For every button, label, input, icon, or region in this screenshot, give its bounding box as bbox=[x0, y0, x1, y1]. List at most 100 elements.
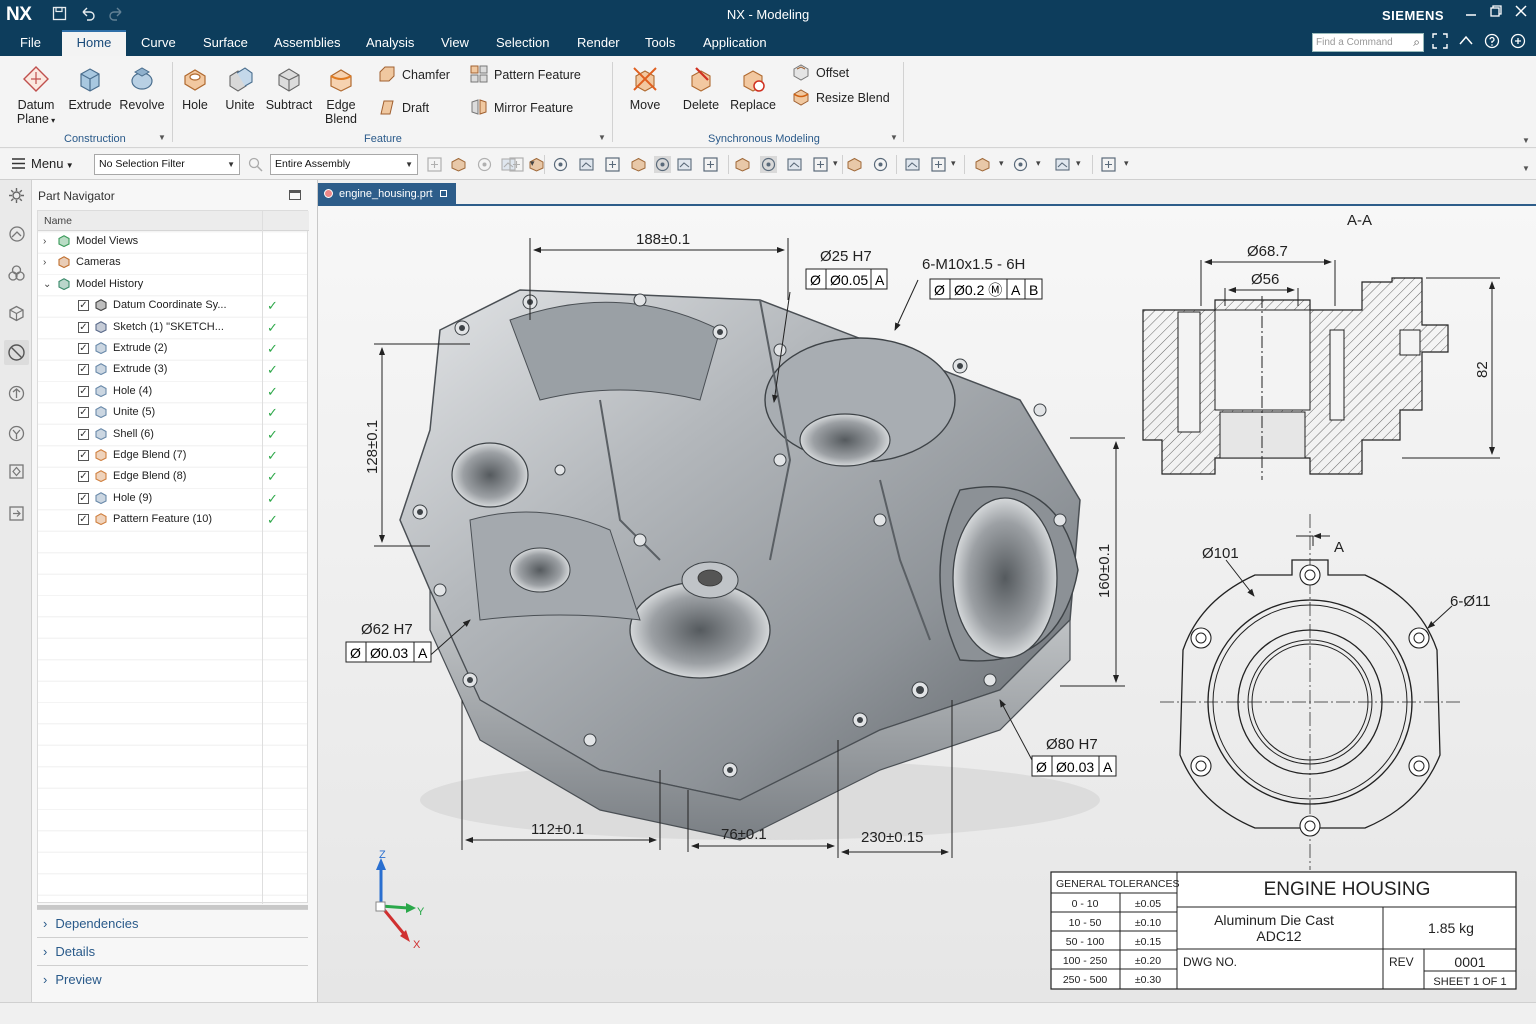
chevron-down-icon[interactable]: ▾ bbox=[833, 158, 838, 169]
settings-icon[interactable] bbox=[1510, 33, 1526, 53]
feature-checkbox[interactable]: ✓ bbox=[78, 364, 89, 376]
find-command-input[interactable]: Find a Command ⌕ bbox=[1312, 33, 1424, 52]
sketch-pencil-icon[interactable] bbox=[654, 156, 671, 173]
name-column-header[interactable]: Name bbox=[38, 211, 309, 231]
replace-face-button[interactable]: Replace bbox=[728, 64, 778, 112]
revolve-button[interactable]: Revolve bbox=[118, 64, 166, 112]
gear-icon[interactable] bbox=[7, 186, 26, 205]
chevron-right-icon[interactable]: › bbox=[43, 252, 46, 273]
datum-plane-button[interactable]: Datum Plane ▾ bbox=[10, 64, 62, 128]
zoom-icon[interactable] bbox=[760, 156, 777, 173]
undo-icon[interactable] bbox=[80, 6, 96, 25]
help-icon[interactable] bbox=[1484, 33, 1500, 53]
tab-render[interactable]: Render bbox=[575, 30, 622, 56]
chevron-down-icon[interactable]: ▾ bbox=[1124, 158, 1129, 169]
assembly-scope-dropdown[interactable]: Entire Assembly ▼ bbox=[270, 154, 418, 175]
layout-icon[interactable] bbox=[1012, 156, 1029, 173]
part-navigator-icon[interactable] bbox=[7, 304, 26, 323]
history-icon[interactable] bbox=[4, 340, 29, 365]
pattern-feature-button[interactable]: Pattern Feature bbox=[470, 65, 581, 85]
pan-icon[interactable] bbox=[786, 156, 803, 173]
tab-file[interactable]: File bbox=[18, 30, 43, 56]
toolbar-options-icon[interactable]: ▼ bbox=[1522, 164, 1530, 173]
minimize-icon[interactable] bbox=[1461, 4, 1481, 22]
tree-row-feature[interactable]: ✓ Extrude (2) ✓ bbox=[38, 338, 309, 359]
chevron-down-icon[interactable]: ▾ bbox=[951, 158, 956, 169]
tree-row-feature[interactable]: ✓ Edge Blend (7) ✓ bbox=[38, 445, 309, 466]
collapse-ribbon-icon[interactable] bbox=[1458, 33, 1474, 53]
dependencies-section[interactable]: › Dependencies bbox=[37, 909, 308, 937]
chevron-down-icon[interactable]: ▾ bbox=[999, 158, 1004, 169]
close-icon[interactable] bbox=[1511, 4, 1531, 22]
feature-checkbox[interactable]: ✓ bbox=[78, 450, 89, 461]
chevron-down-icon[interactable]: ⌄ bbox=[43, 274, 51, 295]
feature-checkbox[interactable]: ✓ bbox=[78, 428, 89, 440]
menu-button[interactable]: Menu ▼ bbox=[12, 156, 74, 171]
feature-checkbox[interactable]: ✓ bbox=[78, 300, 89, 312]
extrude-button[interactable]: Extrude bbox=[66, 64, 114, 112]
feature-more-icon[interactable]: ▼ bbox=[598, 133, 606, 142]
chevron-down-icon[interactable]: ▾ bbox=[530, 158, 535, 169]
tree-node[interactable]: › Model Views bbox=[38, 231, 309, 252]
save-icon[interactable] bbox=[52, 6, 67, 25]
graphics-window[interactable]: 188±0.1 128±0.1 160±0.1 112±0.1 76±0.1 2… bbox=[318, 206, 1536, 1002]
select-face-icon[interactable] bbox=[578, 156, 595, 173]
tab-home[interactable]: Home bbox=[62, 30, 126, 56]
tree-row-feature[interactable]: ✓ Extrude (3) ✓ bbox=[38, 359, 309, 380]
deselect-icon[interactable] bbox=[450, 156, 467, 173]
ribbon-options-icon[interactable]: ▼ bbox=[1522, 136, 1530, 145]
constraint-navigator-icon[interactable] bbox=[7, 264, 26, 283]
filter-icon[interactable] bbox=[247, 156, 264, 173]
snap-view-icon[interactable] bbox=[1100, 156, 1117, 173]
layer-icon[interactable] bbox=[974, 156, 991, 173]
chevron-down-icon[interactable]: ▾ bbox=[1036, 158, 1041, 169]
tab-restore-icon[interactable] bbox=[439, 190, 447, 197]
tree-node[interactable]: ⌄ Model History bbox=[38, 274, 309, 295]
hole-button[interactable]: Hole bbox=[176, 64, 214, 112]
shaded-icon[interactable] bbox=[904, 156, 921, 173]
tab-selection[interactable]: Selection bbox=[494, 30, 551, 56]
feature-checkbox[interactable]: ✓ bbox=[78, 514, 89, 526]
chevron-right-icon[interactable]: › bbox=[43, 231, 46, 252]
subtract-button[interactable]: Subtract bbox=[264, 64, 314, 112]
maximize-icon[interactable] bbox=[289, 190, 301, 200]
web-browser-icon[interactable] bbox=[7, 424, 26, 443]
render-style-icon[interactable] bbox=[1054, 156, 1071, 173]
fit-icon[interactable] bbox=[734, 156, 751, 173]
edges-icon[interactable] bbox=[930, 156, 947, 173]
select-curve-icon[interactable] bbox=[630, 156, 647, 173]
snap-dropdown-icon[interactable] bbox=[508, 156, 525, 173]
feature-checkbox[interactable]: ✓ bbox=[78, 385, 89, 397]
fullscreen-icon[interactable] bbox=[1432, 33, 1448, 53]
redo-icon[interactable] bbox=[108, 6, 124, 25]
chevron-down-icon[interactable]: ▾ bbox=[1076, 158, 1081, 169]
tab-surface[interactable]: Surface bbox=[201, 30, 250, 56]
feature-checkbox[interactable]: ✓ bbox=[78, 407, 89, 419]
feature-checkbox[interactable]: ✓ bbox=[78, 471, 89, 483]
chamfer-button[interactable]: Chamfer bbox=[378, 65, 450, 85]
tree-row-feature[interactable]: ✓ Sketch (1) "SKETCH... ✓ bbox=[38, 317, 309, 338]
tree-row-feature[interactable]: ✓ Datum Coordinate Sy... ✓ bbox=[38, 295, 309, 316]
select-body-icon[interactable] bbox=[552, 156, 569, 173]
tab-curve[interactable]: Curve bbox=[139, 30, 178, 56]
edge-blend-button[interactable]: Edge Blend bbox=[318, 64, 364, 126]
resize-blend-button[interactable]: Resize Blend bbox=[792, 88, 890, 108]
roles-icon[interactable] bbox=[7, 462, 26, 481]
drawing-canvas[interactable]: 188±0.1 128±0.1 160±0.1 112±0.1 76±0.1 2… bbox=[318, 206, 1536, 1002]
tree-row-feature[interactable]: ✓ Shell (6) ✓ bbox=[38, 424, 309, 445]
sync-modeling-more-icon[interactable]: ▼ bbox=[890, 133, 898, 142]
orient-icon[interactable] bbox=[702, 156, 719, 173]
draft-button[interactable]: Draft bbox=[378, 98, 429, 118]
tree-row-feature[interactable]: ✓ Unite (5) ✓ bbox=[38, 402, 309, 423]
snap-icon[interactable] bbox=[476, 156, 493, 173]
wcs-icon[interactable] bbox=[846, 156, 863, 173]
tab-view[interactable]: View bbox=[439, 30, 471, 56]
tree-row-feature[interactable]: ✓ Pattern Feature (10) ✓ bbox=[38, 509, 309, 530]
selection-filter-dropdown[interactable]: No Selection Filter ▼ bbox=[94, 154, 240, 175]
feature-checkbox[interactable]: ✓ bbox=[78, 343, 89, 354]
preview-section[interactable]: › Preview bbox=[37, 965, 308, 993]
reuse-library-icon[interactable] bbox=[7, 384, 26, 403]
system-materials-icon[interactable] bbox=[7, 504, 26, 523]
delete-face-button[interactable]: Delete bbox=[678, 64, 724, 112]
tree-row-feature[interactable]: ✓ Hole (4) ✓ bbox=[38, 381, 309, 402]
